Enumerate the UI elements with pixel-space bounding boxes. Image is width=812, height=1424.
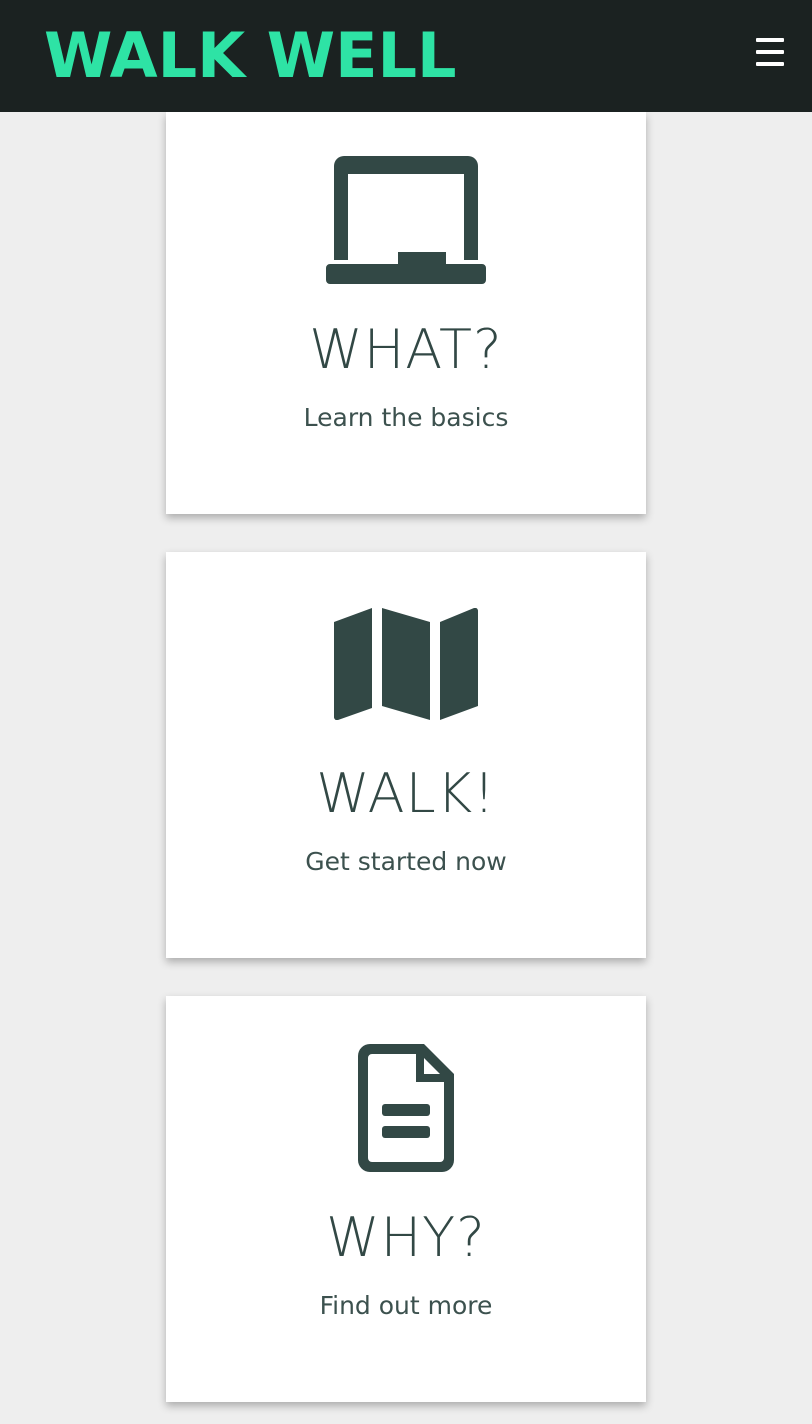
hamburger-menu-icon[interactable] [750, 34, 790, 70]
what-card[interactable]: WHAT? Learn the basics [166, 112, 646, 514]
laptop-icon [326, 156, 486, 284]
card-subtitle: Get started now [305, 847, 507, 876]
card-subtitle: Learn the basics [303, 403, 509, 432]
card-title: WHAT? [309, 318, 503, 381]
card-title: WALK! [316, 762, 496, 825]
document-icon [358, 1044, 454, 1172]
card-subtitle: Find out more [319, 1291, 493, 1320]
why-card[interactable]: WHY? Find out more [166, 996, 646, 1402]
card-title: WHY? [326, 1206, 486, 1269]
walk-card[interactable]: WALK! Get started now [166, 552, 646, 958]
map-icon [334, 608, 478, 720]
brand-logo-text[interactable]: WALK WELL [44, 20, 456, 92]
top-nav-bar: WALK WELL [0, 0, 812, 112]
